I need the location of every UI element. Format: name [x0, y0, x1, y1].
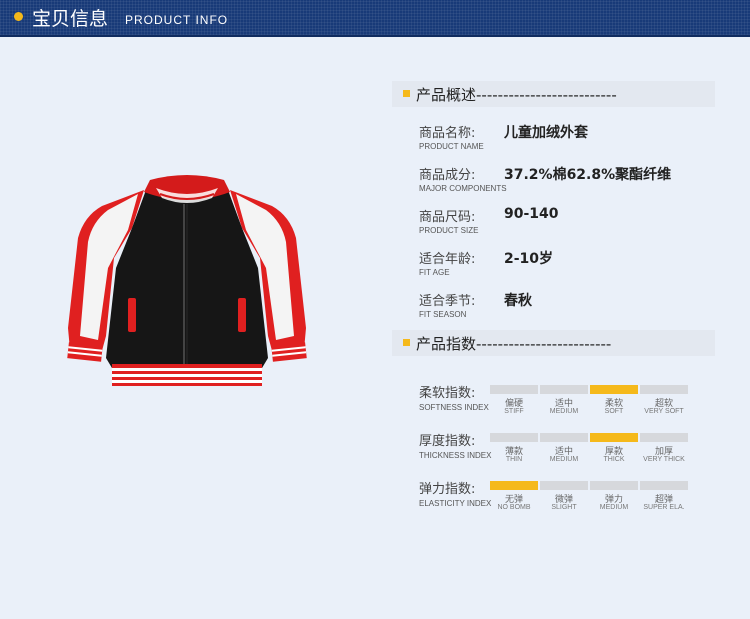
overview-row-value: 37.2%棉62.8%聚酯纤维	[504, 167, 672, 183]
overview-row-label: 商品名称: PRODUCT NAME	[419, 126, 484, 151]
overview-title: 产品概述--------------------------	[416, 86, 617, 104]
jacket-image	[67, 175, 307, 386]
index-bar-segment	[590, 385, 638, 394]
index-label: 柔软指数: SOFTNESS INDEX	[419, 386, 489, 412]
overview-row-value: 春秋	[504, 293, 532, 309]
index-label: 厚度指数: THICKNESS INDEX	[419, 434, 492, 460]
index-bar-segment	[490, 385, 538, 394]
overview-row-label: 适合季节: FIT SEASON	[419, 294, 476, 319]
index-option-label-en: SUPER ELA.	[643, 504, 685, 511]
overview-section-bar: 产品概述--------------------------	[392, 81, 715, 107]
bullet-square-icon	[403, 90, 410, 97]
index-bar-segment	[590, 433, 638, 442]
index-bar-segment	[640, 433, 688, 442]
index-option-label-en: VERY SOFT	[644, 408, 684, 415]
indices-section-bar: 产品指数-------------------------	[392, 330, 715, 356]
header-title: 宝贝信息	[32, 8, 109, 30]
index-bar-segment	[490, 481, 538, 490]
overview-row-label: 商品尺码: PRODUCT SIZE	[419, 210, 479, 235]
bullet-dot-icon	[14, 12, 23, 21]
index-bar-segment	[640, 385, 688, 394]
overview-row-label: 适合年龄: FIT AGE	[419, 252, 476, 277]
index-bar-segment	[540, 385, 588, 394]
header-subtitle: PRODUCT INFO	[125, 13, 229, 27]
index-bar-segment	[540, 481, 588, 490]
overview-row-value: 儿童加绒外套	[504, 125, 588, 141]
index-option-label-en: VERY THICK	[643, 456, 685, 463]
index-bar-segment	[590, 481, 638, 490]
section-header: 宝贝信息 PRODUCT INFO	[0, 0, 750, 37]
overview-row-label: 商品成分: MAJOR COMPONENTS	[419, 168, 507, 193]
index-bar-segment	[640, 481, 688, 490]
index-bar-segment	[540, 433, 588, 442]
overview-row-value: 90-140	[504, 206, 559, 222]
overview-row-value: 2-10岁	[504, 251, 554, 267]
bullet-square-icon	[403, 339, 410, 346]
index-bar-segment	[490, 433, 538, 442]
indices-title: 产品指数-------------------------	[416, 335, 612, 353]
index-label: 弹力指数: ELASTICITY INDEX	[419, 482, 492, 508]
